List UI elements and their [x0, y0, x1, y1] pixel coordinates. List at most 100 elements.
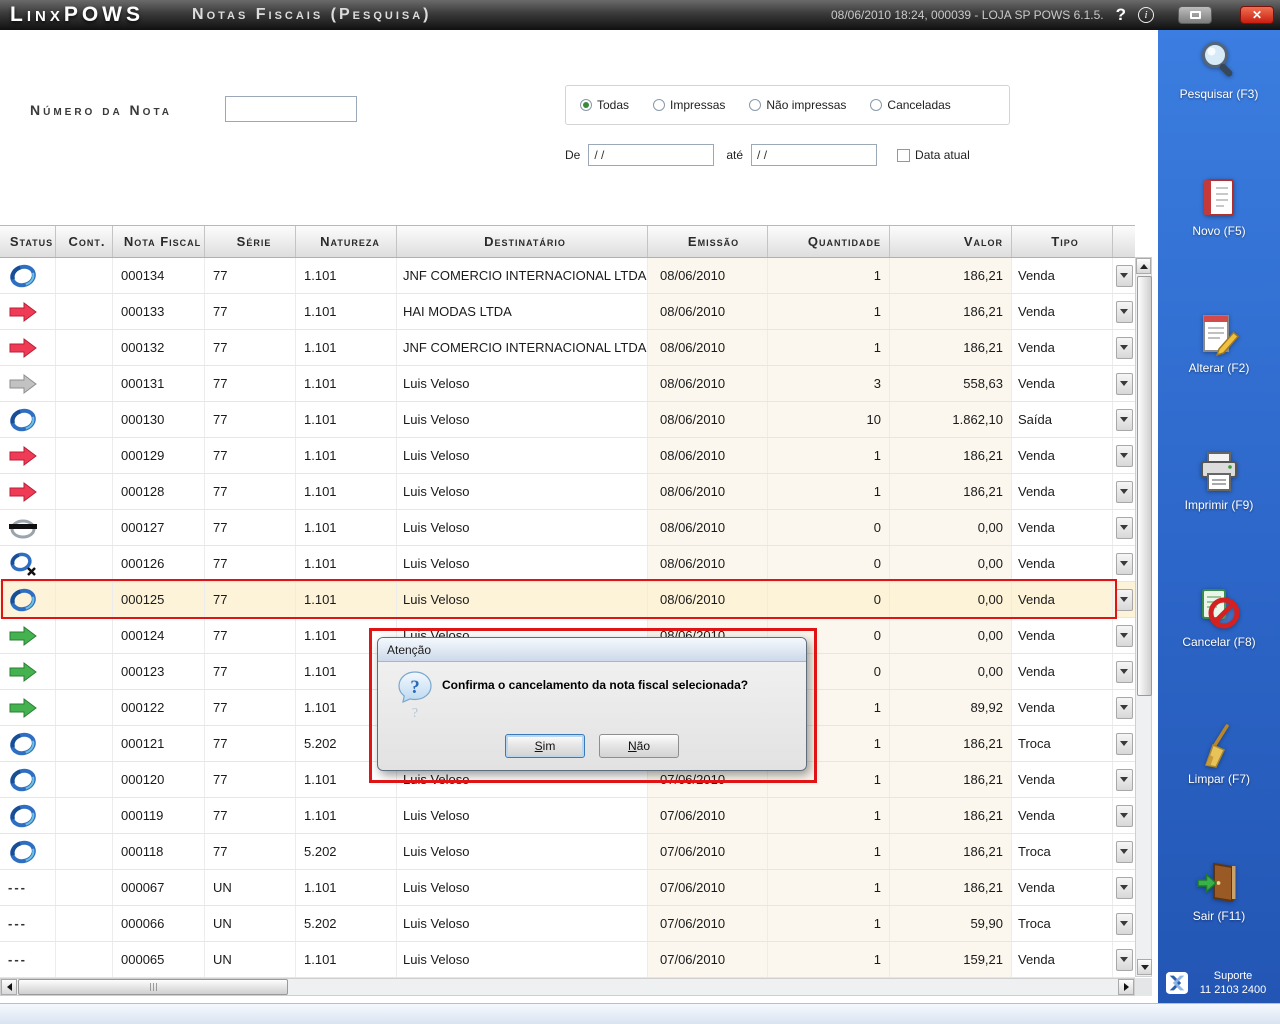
cell-emissao: 08/06/2010: [648, 294, 768, 329]
tipo-dropdown-button[interactable]: [1116, 265, 1133, 287]
radio-canceladas[interactable]: Canceladas: [870, 98, 950, 112]
tipo-dropdown-button[interactable]: [1116, 913, 1133, 935]
sidebar-button-imprimir[interactable]: Imprimir (F9): [1158, 449, 1280, 512]
tipo-dropdown-button[interactable]: [1116, 769, 1133, 791]
column-header-emissao[interactable]: Emissão: [648, 226, 768, 257]
column-header-tipo[interactable]: Tipo: [1012, 226, 1113, 257]
invoice-row-000133[interactable]: 000133771.101HAI MODAS LTDA08/06/2010118…: [0, 294, 1135, 330]
minimize-icon: [1190, 11, 1201, 19]
column-header-status[interactable]: Status: [0, 226, 56, 257]
cell-natureza: 1.101: [296, 870, 397, 905]
sidebar-button-cancelar[interactable]: Cancelar (F8): [1158, 586, 1280, 649]
column-header-valor[interactable]: Valor: [890, 226, 1012, 257]
radio-todas[interactable]: Todas: [580, 98, 629, 112]
scroll-right-button[interactable]: [1118, 979, 1134, 995]
radio-impressas[interactable]: Impressas: [653, 98, 725, 112]
status-cancelled-icon: [8, 516, 38, 540]
invoice-row-000067[interactable]: ---000067UN1.101Luis Veloso07/06/2010118…: [0, 870, 1135, 906]
tipo-dropdown-button[interactable]: [1116, 625, 1133, 647]
cell-tipo: Venda: [1012, 870, 1113, 905]
tipo-dropdown-button[interactable]: [1116, 805, 1133, 827]
date-to-input[interactable]: [751, 144, 877, 166]
cell-nota: 000128: [113, 474, 205, 509]
invoice-row-000127[interactable]: 000127771.101Luis Veloso08/06/201000,00V…: [0, 510, 1135, 546]
ate-label: até: [726, 148, 743, 162]
invoice-row-000131[interactable]: 000131771.101Luis Veloso08/06/20103558,6…: [0, 366, 1135, 402]
cell-serie: 77: [205, 654, 296, 689]
invoice-row-000065[interactable]: ---000065UN1.101Luis Veloso07/06/2010115…: [0, 942, 1135, 978]
tipo-dropdown-button[interactable]: [1116, 301, 1133, 323]
yes-button[interactable]: Sim: [505, 734, 585, 758]
vertical-scrollbar[interactable]: [1135, 257, 1152, 977]
help-icon[interactable]: ?: [1114, 5, 1128, 25]
numero-da-nota-input[interactable]: [225, 96, 357, 122]
cell-destinatario: Luis Veloso: [397, 474, 648, 509]
tipo-dropdown-button[interactable]: [1116, 553, 1133, 575]
tipo-dropdown-button[interactable]: [1116, 733, 1133, 755]
tipo-dropdown-button[interactable]: [1116, 373, 1133, 395]
cell-emissao: 07/06/2010: [648, 870, 768, 905]
invoice-row-000134[interactable]: 000134771.101JNF COMERCIO INTERNACIONAL …: [0, 258, 1135, 294]
chevron-down-icon: [1120, 273, 1128, 278]
invoice-row-000118[interactable]: 000118775.202Luis Veloso07/06/20101186,2…: [0, 834, 1135, 870]
search-icon: [1196, 38, 1242, 84]
invoice-row-000129[interactable]: 000129771.101Luis Veloso08/06/20101186,2…: [0, 438, 1135, 474]
sidebar-button-pesquisar[interactable]: Pesquisar (F3): [1158, 38, 1280, 101]
column-header-destinatario[interactable]: Destinatário: [397, 226, 648, 257]
invoice-row-000126[interactable]: 000126771.101Luis Veloso08/06/201000,00V…: [0, 546, 1135, 582]
vertical-scrollbar-thumb[interactable]: [1137, 276, 1152, 696]
dialog-titlebar[interactable]: Atenção: [378, 638, 806, 662]
column-header-serie[interactable]: Série: [205, 226, 296, 257]
sidebar-button-limpar[interactable]: Limpar (F7): [1158, 723, 1280, 786]
data-atual-checkbox[interactable]: [897, 149, 910, 162]
horizontal-scrollbar-thumb[interactable]: [18, 979, 288, 995]
tipo-dropdown-button[interactable]: [1116, 841, 1133, 863]
column-header-quantidade[interactable]: Quantidade: [768, 226, 890, 257]
cell-tipo: Venda: [1012, 654, 1113, 689]
cell-natureza: 1.101: [296, 942, 397, 977]
invoice-row-000130[interactable]: 000130771.101Luis Veloso08/06/2010101.86…: [0, 402, 1135, 438]
tipo-dropdown-button[interactable]: [1116, 517, 1133, 539]
support-banner[interactable]: Suporte 11 2103 2400: [1158, 969, 1280, 997]
invoice-row-000066[interactable]: ---000066UN5.202Luis Veloso07/06/2010159…: [0, 906, 1135, 942]
cell-nota: 000125: [113, 582, 205, 617]
dialog-message: Confirma o cancelamento da nota fiscal s…: [442, 678, 796, 692]
horizontal-scrollbar-track[interactable]: [288, 979, 1118, 995]
tipo-dropdown-button[interactable]: [1116, 949, 1133, 971]
invoice-row-000125[interactable]: 000125771.101Luis Veloso08/06/201000,00V…: [0, 582, 1135, 618]
scroll-down-button[interactable]: [1137, 959, 1152, 975]
sidebar-button-alterar[interactable]: Alterar (F2): [1158, 312, 1280, 375]
column-header-cont[interactable]: Cont.: [56, 226, 113, 257]
svg-text:?: ?: [412, 706, 418, 720]
tipo-dropdown-button[interactable]: [1116, 337, 1133, 359]
tipo-dropdown-button[interactable]: [1116, 697, 1133, 719]
tipo-dropdown-button[interactable]: [1116, 661, 1133, 683]
invoice-row-000132[interactable]: 000132771.101JNF COMERCIO INTERNACIONAL …: [0, 330, 1135, 366]
invoice-row-000128[interactable]: 000128771.101Luis Veloso08/06/20101186,2…: [0, 474, 1135, 510]
radio-nao-impressas[interactable]: Não impressas: [749, 98, 846, 112]
scroll-left-button[interactable]: [1, 979, 17, 995]
sidebar-button-sair[interactable]: Sair (F11): [1158, 860, 1280, 923]
cell-nota: 000065: [113, 942, 205, 977]
tipo-dropdown-button[interactable]: [1116, 409, 1133, 431]
close-button[interactable]: [1240, 6, 1274, 24]
scroll-up-button[interactable]: [1136, 258, 1151, 274]
sidebar-button-novo[interactable]: Novo (F5): [1158, 175, 1280, 238]
no-button[interactable]: Não: [599, 734, 679, 758]
cell-dropdown: [1113, 942, 1135, 977]
column-header-nota-fiscal[interactable]: Nota Fiscal: [113, 226, 205, 257]
tipo-dropdown-button[interactable]: [1116, 877, 1133, 899]
tipo-dropdown-button[interactable]: [1116, 589, 1133, 611]
cell-dropdown: [1113, 366, 1135, 401]
tipo-dropdown-button[interactable]: [1116, 481, 1133, 503]
date-from-input[interactable]: [588, 144, 714, 166]
cell-nota: 000129: [113, 438, 205, 473]
invoice-row-000119[interactable]: 000119771.101Luis Veloso07/06/20101186,2…: [0, 798, 1135, 834]
column-header-natureza[interactable]: Natureza: [296, 226, 397, 257]
info-icon[interactable]: i: [1138, 7, 1154, 23]
cell-emissao: 08/06/2010: [648, 438, 768, 473]
svg-text:?: ?: [410, 677, 420, 698]
horizontal-scrollbar[interactable]: [0, 978, 1135, 996]
tipo-dropdown-button[interactable]: [1116, 445, 1133, 467]
minimize-button[interactable]: [1178, 6, 1212, 24]
